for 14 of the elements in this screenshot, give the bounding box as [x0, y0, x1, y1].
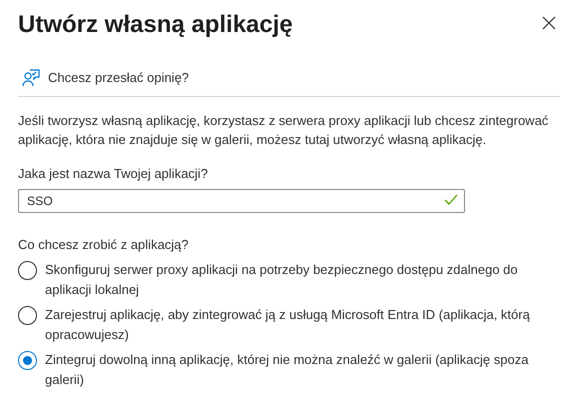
feedback-icon: [22, 68, 40, 87]
option-label: Skonfiguruj serwer proxy aplikacji na potrzeby bezpiecznego dostępu zdalnego do aplikacji lokalnej: [45, 260, 519, 299]
field-label: Jaka jest nazwa Twojej aplikacji?: [18, 164, 208, 183]
option-label: Zarejestruj aplikację, aby zintegrować ją z usługą Microsoft Entra ID (aplikacja, którą opracowujesz): [45, 306, 531, 344]
close-icon: [542, 16, 556, 30]
description-text: Jeśli tworzysz własną aplikację, korzystasz z serwera proxy aplikacji lub chcesz zintegrować aplikację, która nie znajduje się w galerii, możesz tutaj utworzyć własną aplikację.: [18, 112, 550, 148]
option-label: Zintegruj dowolną inną aplikację, której nie można znaleźć w galerii (aplikację spoza galerii): [45, 350, 530, 389]
name-field[interactable]: SSO: [18, 189, 465, 213]
window-title: Utwórz własną aplikację: [18, 10, 293, 40]
radio-button[interactable]: [18, 350, 37, 370]
radio-button[interactable]: [18, 260, 37, 280]
question-label: Co chcesz zrobić z aplikacją?: [18, 236, 189, 254]
feedback-link[interactable]: Chcesz przesłać opinię?: [48, 68, 189, 88]
radio-button[interactable]: [18, 306, 37, 324]
